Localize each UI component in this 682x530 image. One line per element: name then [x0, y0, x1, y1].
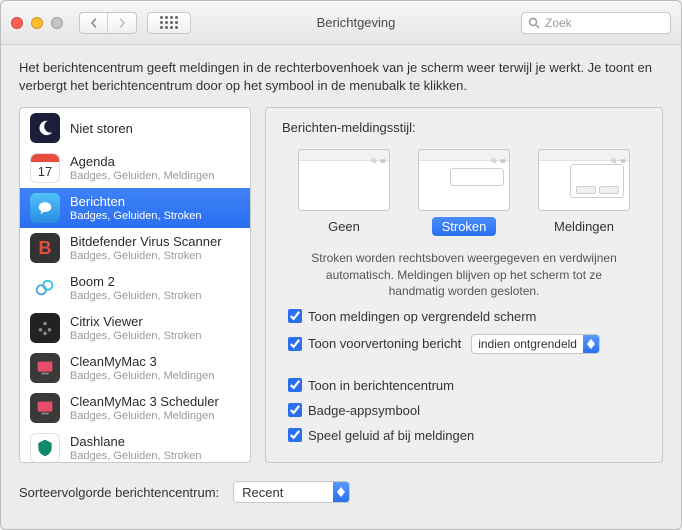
- checkbox-notif-center[interactable]: [288, 378, 302, 392]
- notifications-pref-window: Berichtgeving Het berichtencentrum geeft…: [0, 0, 682, 530]
- app-name: Dashlane: [70, 434, 201, 450]
- alert-style-options: Geen Stroken Melding: [282, 149, 646, 236]
- calendar-icon: 17: [30, 153, 60, 183]
- app-sub: Badges, Geluiden, Meldingen: [70, 410, 219, 423]
- search-field[interactable]: [521, 12, 671, 34]
- sidebar-item-agenda[interactable]: 17 Agenda Badges, Geluiden, Meldingen: [20, 148, 250, 188]
- close-window-button[interactable]: [11, 17, 23, 29]
- label-badge: Badge-appsymbool: [308, 403, 420, 418]
- check-lockscreen[interactable]: Toon meldingen op vergrendeld scherm: [288, 309, 646, 324]
- app-list-container: Niet storen 17 Agenda Badges, Geluiden, …: [19, 107, 251, 463]
- checkbox-badge[interactable]: [288, 403, 302, 417]
- alert-style-none[interactable]: Geen: [298, 149, 390, 236]
- label-sound: Speel geluid af bij meldingen: [308, 428, 474, 443]
- content-area: Het berichtencentrum geeft meldingen in …: [1, 45, 681, 529]
- sort-select-value: Recent: [234, 485, 333, 500]
- label-notif-center: Toon in berichtencentrum: [308, 378, 454, 393]
- dashlane-icon: [30, 433, 60, 462]
- moon-icon: [30, 113, 60, 143]
- cleanmymac-icon: [30, 353, 60, 383]
- search-icon: [528, 17, 540, 29]
- app-sub: Badges, Geluiden, Stroken: [70, 250, 222, 263]
- bitdefender-icon: B: [30, 233, 60, 263]
- sort-row: Sorteervolgorde berichtencentrum: Recent: [19, 475, 663, 503]
- label-lockscreen: Toon meldingen op vergrendeld scherm: [308, 309, 536, 324]
- alert-style-alerts[interactable]: Meldingen: [538, 149, 630, 236]
- style-preview-none: [298, 149, 390, 211]
- titlebar: Berichtgeving: [1, 1, 681, 45]
- app-name: Niet storen: [70, 121, 133, 137]
- minimize-window-button[interactable]: [31, 17, 43, 29]
- chevron-updown-icon: [333, 482, 349, 502]
- label-preview: Toon voorvertoning bericht: [308, 336, 461, 351]
- chevron-updown-icon: [583, 335, 599, 353]
- style-preview-alerts: [538, 149, 630, 211]
- sidebar-item-dashlane[interactable]: Dashlane Badges, Geluiden, Stroken: [20, 428, 250, 462]
- checkbox-preview[interactable]: [288, 337, 302, 351]
- show-all-button[interactable]: [147, 12, 191, 34]
- grid-icon: [160, 16, 178, 29]
- style-preview-banners: [418, 149, 510, 211]
- sidebar-item-boom[interactable]: Boom 2 Badges, Geluiden, Stroken: [20, 268, 250, 308]
- citrix-icon: [30, 313, 60, 343]
- sidebar-item-bitdefender[interactable]: B Bitdefender Virus Scanner Badges, Gelu…: [20, 228, 250, 268]
- check-sound[interactable]: Speel geluid af bij meldingen: [288, 428, 646, 443]
- app-sub: Badges, Geluiden, Meldingen: [70, 170, 214, 183]
- app-sub: Badges, Geluiden, Stroken: [70, 450, 201, 463]
- app-sub: Badges, Geluiden, Meldingen: [70, 370, 214, 383]
- forward-button[interactable]: [108, 13, 136, 33]
- search-input[interactable]: [545, 16, 664, 30]
- caption-banners: Stroken: [432, 217, 497, 236]
- sidebar-item-dnd[interactable]: Niet storen: [20, 108, 250, 148]
- app-sub: Badges, Geluiden, Stroken: [70, 290, 201, 303]
- nav-back-forward[interactable]: [79, 12, 137, 34]
- sidebar-item-citrix[interactable]: Citrix Viewer Badges, Geluiden, Stroken: [20, 308, 250, 348]
- check-preview[interactable]: Toon voorvertoning bericht indien ontgre…: [288, 334, 646, 354]
- app-list[interactable]: Niet storen 17 Agenda Badges, Geluiden, …: [20, 108, 250, 462]
- sidebar-item-cleanmymac[interactable]: CleanMyMac 3 Badges, Geluiden, Meldingen: [20, 348, 250, 388]
- checkbox-lockscreen[interactable]: [288, 309, 302, 323]
- app-name: CleanMyMac 3 Scheduler: [70, 394, 219, 410]
- intro-text: Het berichtencentrum geeft meldingen in …: [19, 59, 659, 95]
- zoom-window-button: [51, 17, 63, 29]
- window-controls: [11, 17, 63, 29]
- app-name: CleanMyMac 3: [70, 354, 214, 370]
- cleanmymac-scheduler-icon: [30, 393, 60, 423]
- style-description: Stroken worden rechtsboven weergegeven e…: [282, 250, 646, 299]
- window-title: Berichtgeving: [201, 15, 511, 30]
- sidebar-item-berichten[interactable]: Berichten Badges, Geluiden, Stroken: [20, 188, 250, 228]
- caption-none: Geen: [318, 217, 370, 236]
- app-name: Boom 2: [70, 274, 201, 290]
- check-notif-center[interactable]: Toon in berichtencentrum: [288, 378, 646, 393]
- main-panes: Niet storen 17 Agenda Badges, Geluiden, …: [19, 107, 663, 463]
- sort-select[interactable]: Recent: [233, 481, 350, 503]
- checkbox-sound[interactable]: [288, 428, 302, 442]
- alert-style-banners[interactable]: Stroken: [418, 149, 510, 236]
- sort-label: Sorteervolgorde berichtencentrum:: [19, 485, 219, 500]
- preview-select[interactable]: indien ontgrendeld: [471, 334, 600, 354]
- caption-alerts: Meldingen: [544, 217, 624, 236]
- app-name: Agenda: [70, 154, 214, 170]
- check-badge[interactable]: Badge-appsymbool: [288, 403, 646, 418]
- settings-panel: Berichten-meldingsstijl: Geen Stroke: [265, 107, 663, 463]
- app-sub: Badges, Geluiden, Stroken: [70, 330, 201, 343]
- sidebar-item-cleanmymac-scheduler[interactable]: CleanMyMac 3 Scheduler Badges, Geluiden,…: [20, 388, 250, 428]
- messages-icon: [30, 193, 60, 223]
- app-name: Bitdefender Virus Scanner: [70, 234, 222, 250]
- app-name: Berichten: [70, 194, 201, 210]
- back-button[interactable]: [80, 13, 108, 33]
- app-sub: Badges, Geluiden, Stroken: [70, 210, 201, 223]
- boom-icon: [30, 273, 60, 303]
- alert-style-heading: Berichten-meldingsstijl:: [282, 120, 646, 135]
- app-name: Citrix Viewer: [70, 314, 201, 330]
- preview-select-value: indien ontgrendeld: [472, 337, 583, 351]
